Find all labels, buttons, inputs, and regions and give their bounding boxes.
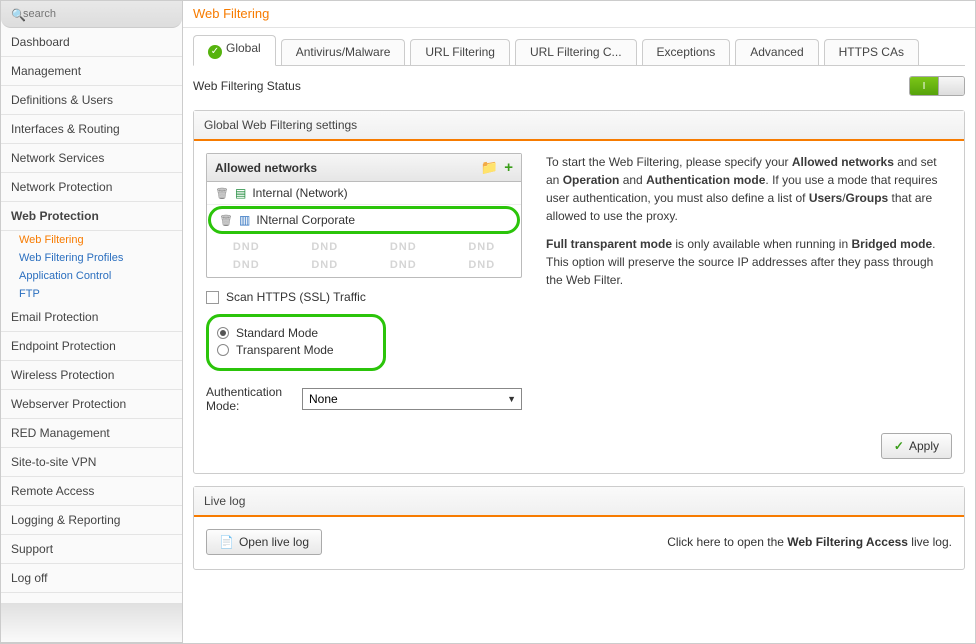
open-live-log-button[interactable]: 📄 Open live log [206, 529, 322, 555]
dnd-placeholder: DNDDNDDNDDND [207, 235, 521, 259]
nav-sub-application-control[interactable]: Application Control [1, 267, 182, 285]
network-label: INternal Corporate [256, 213, 355, 227]
nav-email-protection[interactable]: Email Protection [1, 303, 182, 332]
add-icon[interactable]: + [504, 159, 513, 176]
network-row[interactable]: Internal (Network) [207, 182, 521, 205]
scan-https-checkbox[interactable] [206, 291, 219, 304]
nav-management[interactable]: Management [1, 57, 182, 86]
tab-https-cas[interactable]: HTTPS CAs [824, 39, 919, 65]
nav-remote-access[interactable]: Remote Access [1, 477, 182, 506]
network-host-icon [239, 213, 250, 227]
allowed-networks-box: Allowed networks 📁 + [206, 153, 522, 278]
mode-selection: Standard Mode Transparent Mode [206, 314, 386, 371]
check-icon: ✓ [208, 45, 222, 59]
nav-wireless-protection[interactable]: Wireless Protection [1, 361, 182, 390]
tab-label: Global [226, 41, 261, 55]
network-label: Internal (Network) [252, 186, 347, 200]
open-live-log-label: Open live log [239, 535, 309, 549]
page-title: Web Filtering [183, 1, 975, 28]
tab-exceptions[interactable]: Exceptions [642, 39, 731, 65]
document-icon: 📄 [219, 535, 234, 549]
nav-logoff[interactable]: Log off [1, 564, 182, 593]
sidebar-footer [1, 603, 182, 643]
radio-transparent-label: Transparent Mode [236, 343, 334, 357]
panel-heading-global: Global Web Filtering settings [194, 111, 964, 141]
tab-antivirus[interactable]: Antivirus/Malware [281, 39, 406, 65]
trash-icon[interactable] [215, 186, 229, 200]
network-row-highlighted[interactable]: INternal Corporate [208, 206, 520, 234]
tab-url-filtering-c[interactable]: URL Filtering C... [515, 39, 637, 65]
search-icon: 🔍 [11, 8, 26, 22]
nav-definitions-users[interactable]: Definitions & Users [1, 86, 182, 115]
allowed-networks-title: Allowed networks [215, 161, 317, 175]
nav-sub-ftp[interactable]: FTP [1, 285, 182, 303]
radio-standard-mode[interactable] [217, 327, 229, 339]
trash-icon[interactable] [219, 213, 233, 227]
auth-mode-label: Authentication Mode: [206, 385, 290, 413]
nav-red-management[interactable]: RED Management [1, 419, 182, 448]
nav-logging-reporting[interactable]: Logging & Reporting [1, 506, 182, 535]
dnd-placeholder: DNDDNDDNDDND [207, 259, 521, 277]
nav-dashboard[interactable]: Dashboard [1, 28, 182, 57]
nav-sub-web-filtering-profiles[interactable]: Web Filtering Profiles [1, 249, 182, 267]
nav-interfaces-routing[interactable]: Interfaces & Routing [1, 115, 182, 144]
live-log-hint: Click here to open the Web Filtering Acc… [667, 535, 952, 549]
radio-transparent-mode[interactable] [217, 344, 229, 356]
nav-network-protection[interactable]: Network Protection [1, 173, 182, 202]
toggle-knob [938, 77, 964, 95]
checkmark-icon: ✓ [894, 439, 904, 453]
apply-button[interactable]: ✓ Apply [881, 433, 952, 459]
nav-sub-web-filtering[interactable]: Web Filtering [1, 231, 182, 249]
network-group-icon [235, 186, 246, 200]
panel-heading-livelog: Live log [194, 487, 964, 517]
nav-web-protection[interactable]: Web Protection [1, 202, 182, 231]
folder-icon[interactable]: 📁 [481, 159, 498, 176]
nav-support[interactable]: Support [1, 535, 182, 564]
search-input[interactable] [7, 5, 176, 23]
tab-url-filtering[interactable]: URL Filtering [410, 39, 510, 65]
apply-label: Apply [909, 439, 939, 453]
auth-mode-select[interactable]: None [302, 388, 522, 410]
scan-https-label: Scan HTTPS (SSL) Traffic [226, 290, 366, 304]
nav-endpoint-protection[interactable]: Endpoint Protection [1, 332, 182, 361]
nav-webserver-protection[interactable]: Webserver Protection [1, 390, 182, 419]
status-label: Web Filtering Status [193, 79, 301, 93]
tab-advanced[interactable]: Advanced [735, 39, 818, 65]
help-text: To start the Web Filtering, please speci… [546, 153, 952, 413]
radio-standard-label: Standard Mode [236, 326, 318, 340]
status-toggle[interactable]: I [909, 76, 965, 96]
toggle-on-label: I [910, 77, 938, 95]
nav-network-services[interactable]: Network Services [1, 144, 182, 173]
nav-site-to-site-vpn[interactable]: Site-to-site VPN [1, 448, 182, 477]
tab-global[interactable]: ✓ Global [193, 35, 276, 66]
